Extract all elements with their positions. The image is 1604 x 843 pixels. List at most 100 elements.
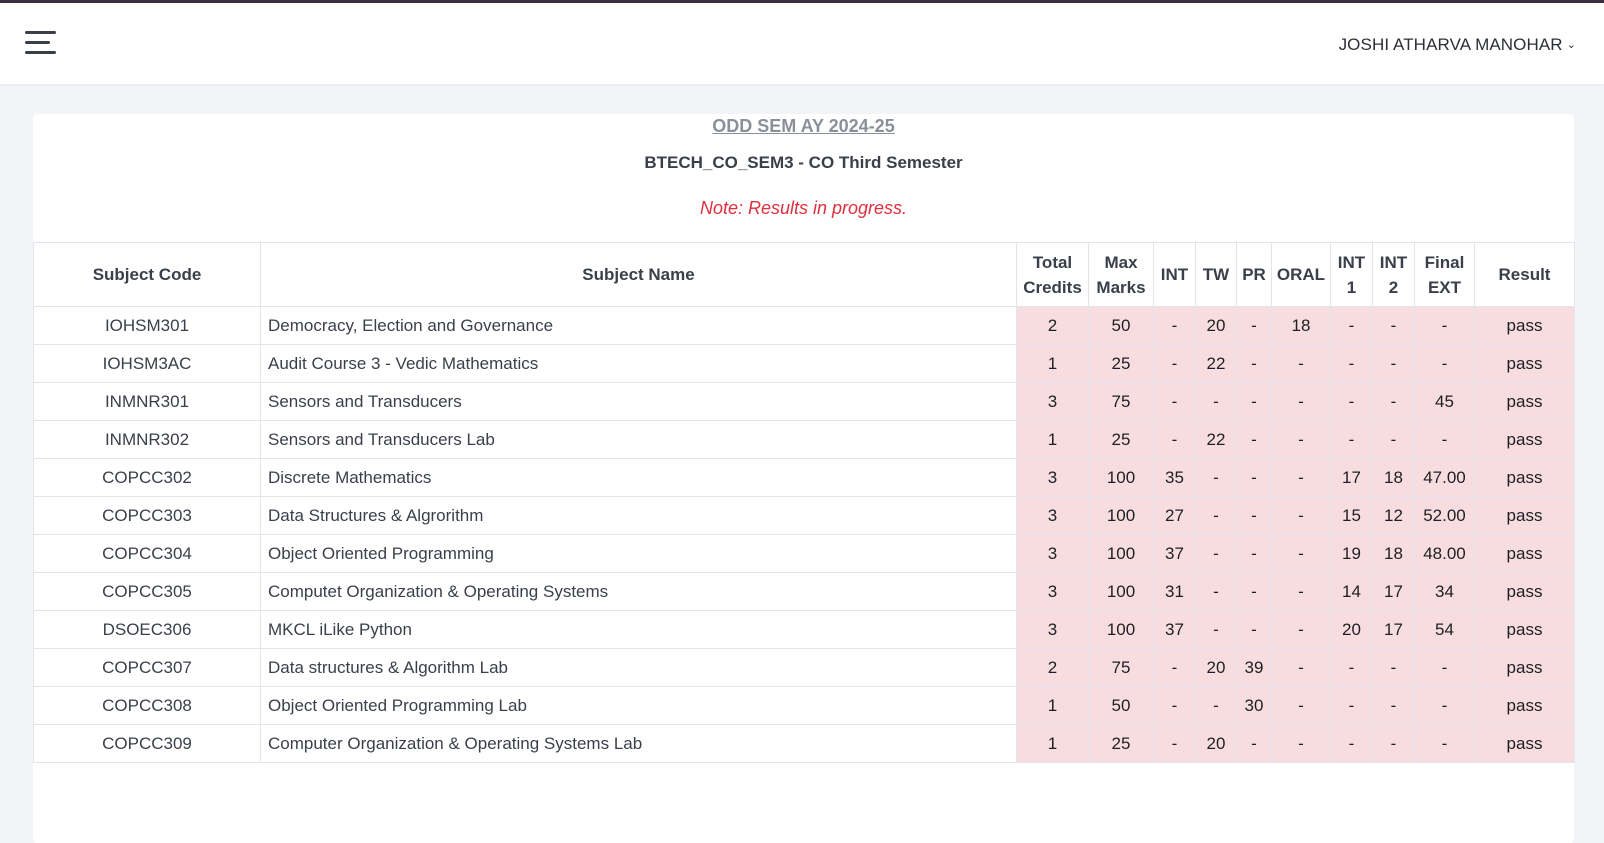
result-cell: pass [1474,458,1575,497]
final-ext-cell: - [1414,306,1475,345]
header-result: Result [1474,242,1575,307]
result-cell: pass [1474,610,1575,649]
tw-cell: - [1195,382,1237,421]
result-cell: pass [1474,306,1575,345]
credits-cell: 2 [1016,648,1089,687]
tw-cell: 20 [1195,648,1237,687]
int2-cell: - [1372,306,1415,345]
int-cell: 35 [1153,458,1196,497]
max-marks-cell: 100 [1088,458,1154,497]
final-ext-cell: - [1414,686,1475,725]
subject-name-cell: Object Oriented Programming Lab [260,686,1017,725]
max-marks-cell: 75 [1088,648,1154,687]
max-marks-cell: 100 [1088,534,1154,573]
int-cell: - [1153,686,1196,725]
pr-cell: - [1236,724,1272,763]
int2-cell: - [1372,382,1415,421]
int2-cell: - [1372,420,1415,459]
credits-cell: 1 [1016,686,1089,725]
table-row: COPCC305 Computet Organization & Operatin… [33,572,1575,611]
int1-cell: - [1330,382,1373,421]
int-cell: 31 [1153,572,1196,611]
table-row: INMNR301 Sensors and Transducers 3 75- - - - - -… [33,382,1575,421]
header-max-marks: Max Marks [1088,242,1154,307]
header-subject-code: Subject Code [33,242,261,307]
pr-cell: - [1236,306,1272,345]
table-row: IOHSM3AC Audit Course 3 - Vedic Mathemati… [33,344,1575,383]
subject-name-cell: Computer Organization & Operating System… [260,724,1017,763]
table-row: DSOEC306 MKCL iLike Python 3 100 37- - -20 17 54… [33,610,1575,649]
int-cell: 37 [1153,610,1196,649]
int1-cell: - [1330,648,1373,687]
max-marks-cell: 75 [1088,382,1154,421]
oral-cell: - [1271,534,1331,573]
credits-cell: 3 [1016,382,1089,421]
chevron-down-icon: ⌄ [1566,38,1576,51]
subject-code-cell: COPCC304 [33,534,261,573]
table-row: IOHSM301 Democracy, Election and Governan… [33,306,1575,345]
result-cell: pass [1474,382,1575,421]
header-oral: ORAL [1271,242,1331,307]
subject-name-cell: Sensors and Transducers [260,382,1017,421]
user-menu[interactable]: JOSHI ATHARVA MANOHAR ⌄ [1339,35,1576,55]
result-card: ODD SEM AY 2024-25 BTECH_CO_SEM3 - CO Th… [33,114,1575,843]
subject-name-cell: Data Structures & Algrorithm [260,496,1017,535]
pr-cell: - [1236,382,1272,421]
tw-cell: 20 [1195,724,1237,763]
final-ext-cell: 52.00 [1414,496,1475,535]
subject-code-cell: IOHSM301 [33,306,261,345]
result-cell: pass [1474,534,1575,573]
int-cell: - [1153,420,1196,459]
subject-code-cell: COPCC303 [33,496,261,535]
tw-cell: 22 [1195,344,1237,383]
table-row: COPCC307 Data structures & Algorithm Lab 2… [33,648,1575,687]
subject-name-cell: Sensors and Transducers Lab [260,420,1017,459]
final-ext-cell: 47.00 [1414,458,1475,497]
pr-cell: - [1236,572,1272,611]
result-cell: pass [1474,344,1575,383]
tw-cell: - [1195,534,1237,573]
header-total-credits: Total Credits [1016,242,1089,307]
max-marks-cell: 100 [1088,610,1154,649]
table-row: COPCC309 Computer Organization & Operatin… [33,724,1575,763]
semester-title[interactable]: ODD SEM AY 2024-25 [33,116,1574,137]
int-cell: - [1153,344,1196,383]
int2-cell: 17 [1372,610,1415,649]
int1-cell: 19 [1330,534,1373,573]
int-cell: - [1153,724,1196,763]
subject-name-cell: Data structures & Algorithm Lab [260,648,1017,687]
credits-cell: 1 [1016,420,1089,459]
oral-cell: - [1271,496,1331,535]
pr-cell: - [1236,458,1272,497]
int2-cell: 18 [1372,534,1415,573]
subject-code-cell: INMNR301 [33,382,261,421]
max-marks-cell: 25 [1088,724,1154,763]
subject-name-cell: Discrete Mathematics [260,458,1017,497]
int-cell: - [1153,382,1196,421]
credits-cell: 3 [1016,496,1089,535]
tw-cell: 22 [1195,420,1237,459]
oral-cell: - [1271,724,1331,763]
result-cell: pass [1474,686,1575,725]
oral-cell: - [1271,648,1331,687]
oral-cell: - [1271,458,1331,497]
menu-icon[interactable] [25,31,57,57]
int2-cell: - [1372,344,1415,383]
credits-cell: 3 [1016,572,1089,611]
header-subject-name: Subject Name [260,242,1017,307]
subject-code-cell: COPCC305 [33,572,261,611]
tw-cell: - [1195,496,1237,535]
subject-name-cell: Object Oriented Programming [260,534,1017,573]
final-ext-cell: - [1414,724,1475,763]
final-ext-cell: - [1414,344,1475,383]
table-row: COPCC304 Object Oriented Programming 3 100 3… [33,534,1575,573]
header-pr: PR [1236,242,1272,307]
credits-cell: 3 [1016,458,1089,497]
max-marks-cell: 25 [1088,420,1154,459]
int-cell: 37 [1153,534,1196,573]
max-marks-cell: 50 [1088,686,1154,725]
table-row: COPCC302 Discrete Mathematics 3 100 35- - -17 1… [33,458,1575,497]
max-marks-cell: 25 [1088,344,1154,383]
pr-cell: 30 [1236,686,1272,725]
result-cell: pass [1474,648,1575,687]
